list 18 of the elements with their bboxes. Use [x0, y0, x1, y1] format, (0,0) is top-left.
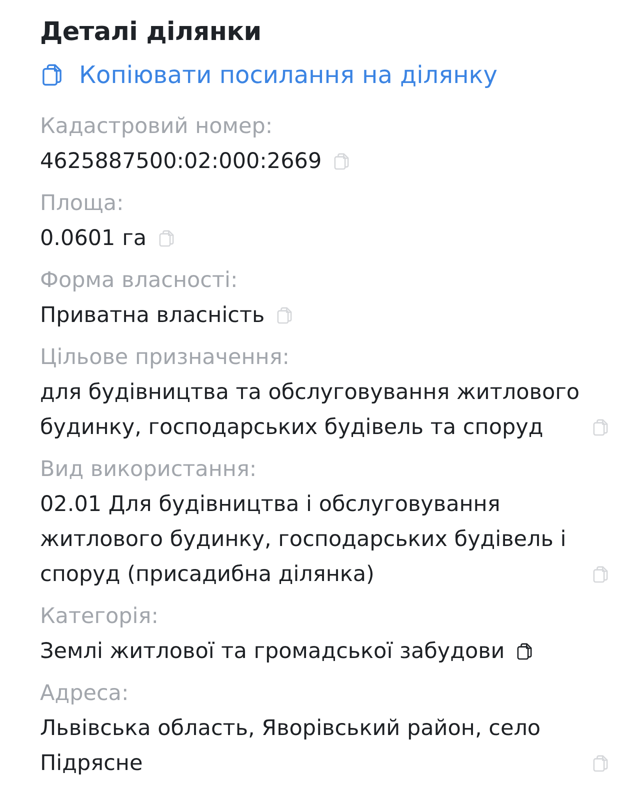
field-label: Цільове призначення: — [40, 344, 291, 372]
field-value: Землі житлової та громадської забудови — [40, 638, 505, 666]
field-value: Львівська область, Яворівський район, село Підрясне — [40, 715, 542, 778]
field-label: Кадастровий номер: — [40, 113, 274, 141]
copy-icon — [42, 64, 62, 86]
copy-link[interactable]: Копіювати посилання на ділянку — [40, 56, 498, 94]
field-label: Форма власності: — [40, 267, 239, 295]
field-label: Площа: — [40, 190, 125, 218]
field-label: Категорія: — [40, 603, 160, 631]
field-label: Адреса: — [40, 680, 130, 708]
field-value: Приватна власність — [40, 302, 265, 330]
field-value: 4625887500:02:000:2669 — [40, 148, 322, 176]
field-value: 0.0601 га — [40, 225, 147, 253]
section-title: Деталі ділянки — [40, 16, 262, 48]
field-label: Вид використання: — [40, 456, 258, 484]
field-value: для будівництва та обслуговування житлового будинку, господарських будівель та споруд — [40, 379, 581, 442]
copy-icon[interactable] — [516, 643, 532, 660]
field-value: 02.01 Для будівництва і обслуговування житлового будинку, господарських будівель і споруд (присадибна ділянка) — [40, 491, 568, 589]
